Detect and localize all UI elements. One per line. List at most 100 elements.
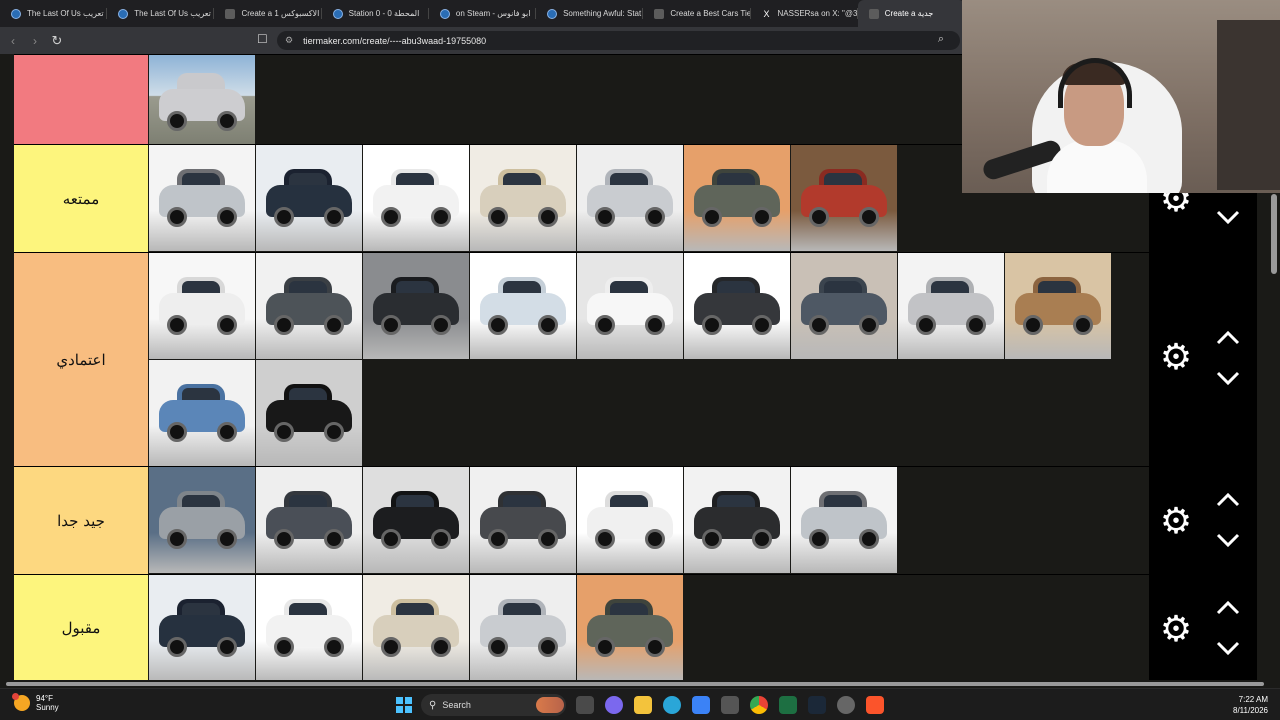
tab-title: NASSERsa on X: "@3 (777, 9, 858, 18)
car-image[interactable] (149, 575, 255, 680)
brave-icon[interactable] (866, 696, 884, 714)
car-image[interactable] (577, 467, 683, 573)
browser-tab[interactable]: Create a Best Cars Tie (643, 0, 751, 27)
browser-tab[interactable]: Create a جدية (857, 0, 965, 27)
car-image[interactable] (256, 575, 362, 680)
car-image[interactable] (791, 253, 897, 359)
car-image[interactable] (256, 145, 362, 251)
task-view-icon[interactable] (576, 696, 594, 714)
tier-label[interactable]: ممتعه (14, 145, 148, 252)
clock-time: 7:22 AM (1238, 695, 1268, 704)
tier-row: جيد جدا (14, 466, 1149, 574)
browser-tab[interactable]: Station 0 - 0 المحطة (322, 0, 429, 27)
scrollbar-thumb[interactable] (1271, 194, 1277, 274)
chevron-down-icon[interactable] (1214, 207, 1242, 227)
url-text: tiermaker.com/create/----abu3waad-197550… (303, 35, 487, 46)
car-image[interactable] (363, 145, 469, 251)
search-label: Search (442, 700, 471, 710)
browser-tab[interactable]: The Last Of Us تعريب (0, 0, 108, 27)
chevron-up-icon[interactable] (1214, 328, 1242, 348)
x-icon: X (763, 8, 770, 19)
chevron-up-icon[interactable] (1214, 490, 1242, 510)
windows-start-icon[interactable] (396, 697, 412, 713)
clock-date: 8/11/2026 (1233, 706, 1268, 715)
scrollbar-thumb[interactable] (6, 682, 1264, 686)
tier-items[interactable] (149, 467, 1149, 574)
steam-icon[interactable] (808, 696, 826, 714)
chrome-icon[interactable] (750, 696, 768, 714)
car-image[interactable] (470, 467, 576, 573)
tier-label[interactable]: جيد جدا (14, 467, 148, 574)
car-image[interactable] (149, 253, 255, 359)
car-image[interactable] (684, 145, 790, 251)
browser-tab[interactable]: Something Awful: Stat (536, 0, 644, 27)
car-image[interactable] (149, 360, 255, 466)
car-image[interactable] (149, 145, 255, 251)
gear-icon[interactable]: ⚙ (1159, 339, 1193, 375)
car-image[interactable] (256, 253, 362, 359)
tiermaker-icon (225, 8, 236, 19)
chevron-up-icon[interactable] (1214, 598, 1242, 618)
tier-label[interactable] (14, 55, 148, 144)
tier-controls: ⚙ (1149, 574, 1257, 680)
car-image[interactable] (149, 55, 255, 145)
tier-label[interactable]: اعتمادي (14, 253, 148, 466)
tier-items[interactable] (149, 575, 1149, 680)
car-image[interactable] (577, 575, 683, 680)
system-clock[interactable]: 7:22 AM 8/11/2026 (1233, 694, 1268, 716)
car-image[interactable] (684, 467, 790, 573)
tier-items[interactable] (149, 253, 1149, 466)
car-image[interactable] (256, 467, 362, 573)
file-explorer-icon[interactable] (634, 696, 652, 714)
browser-tab[interactable]: The Last Of Us تعريب (107, 0, 215, 27)
car-image[interactable] (363, 253, 469, 359)
chevron-down-icon[interactable] (1214, 368, 1242, 388)
car-image[interactable] (791, 145, 897, 251)
car-image[interactable] (470, 253, 576, 359)
browser-tab[interactable]: on Steam - ابو فانوس (429, 0, 537, 27)
browser-tab[interactable]: Create a 1 الاكسبوكس (214, 0, 322, 27)
car-image[interactable] (577, 253, 683, 359)
car-image[interactable] (898, 253, 1004, 359)
back-icon[interactable]: ‹ (2, 30, 24, 52)
car-image[interactable] (363, 575, 469, 680)
site-info-icon[interactable]: ⚙ (285, 35, 293, 46)
car-image[interactable] (149, 467, 255, 573)
weather-widget[interactable]: 94°F Sunny (12, 693, 59, 712)
address-bar[interactable]: ⚙ tiermaker.com/create/----abu3waad-1975… (277, 31, 960, 50)
car-image[interactable] (1005, 253, 1111, 359)
tab-title: The Last Of Us تعريب (27, 9, 104, 18)
car-image[interactable] (256, 360, 362, 466)
store-icon[interactable] (692, 696, 710, 714)
car-image[interactable] (791, 467, 897, 573)
excel-icon[interactable] (779, 696, 797, 714)
car-image[interactable] (363, 467, 469, 573)
car-image[interactable] (470, 145, 576, 251)
forward-icon[interactable]: › (24, 30, 46, 52)
car-image[interactable] (684, 253, 790, 359)
gear-icon[interactable]: ⚙ (1159, 503, 1193, 539)
horizontal-scrollbar[interactable] (0, 680, 1280, 688)
taskbar-search[interactable]: ⚲ Search (421, 694, 566, 716)
chevron-down-icon[interactable] (1214, 638, 1242, 658)
steam-icon (118, 8, 129, 19)
bookmark-icon[interactable]: ☐ (257, 32, 268, 46)
tab-title: on Steam - ابو فانوس (455, 9, 531, 18)
chat-icon[interactable] (605, 696, 623, 714)
browser-tab[interactable]: X NASSERsa on X: "@3 (751, 0, 858, 27)
car-image[interactable] (577, 145, 683, 251)
search-icon: ⚲ (429, 699, 437, 711)
reload-icon[interactable]: ↻ (46, 30, 68, 52)
tier-row: مقبول (14, 574, 1149, 680)
tab-title: Create a 1 الاكسبوكس (241, 9, 320, 18)
zoom-icon[interactable]: ⌕ (938, 33, 944, 46)
gear-icon[interactable]: ⚙ (1159, 611, 1193, 647)
edge-icon[interactable] (663, 696, 681, 714)
steam-icon (11, 8, 21, 19)
app-icon[interactable] (721, 696, 739, 714)
settings-app-icon[interactable] (837, 696, 855, 714)
chevron-down-icon[interactable] (1214, 530, 1242, 550)
tier-controls: ⚙ (1149, 466, 1257, 574)
car-image[interactable] (470, 575, 576, 680)
tier-label[interactable]: مقبول (14, 575, 148, 680)
